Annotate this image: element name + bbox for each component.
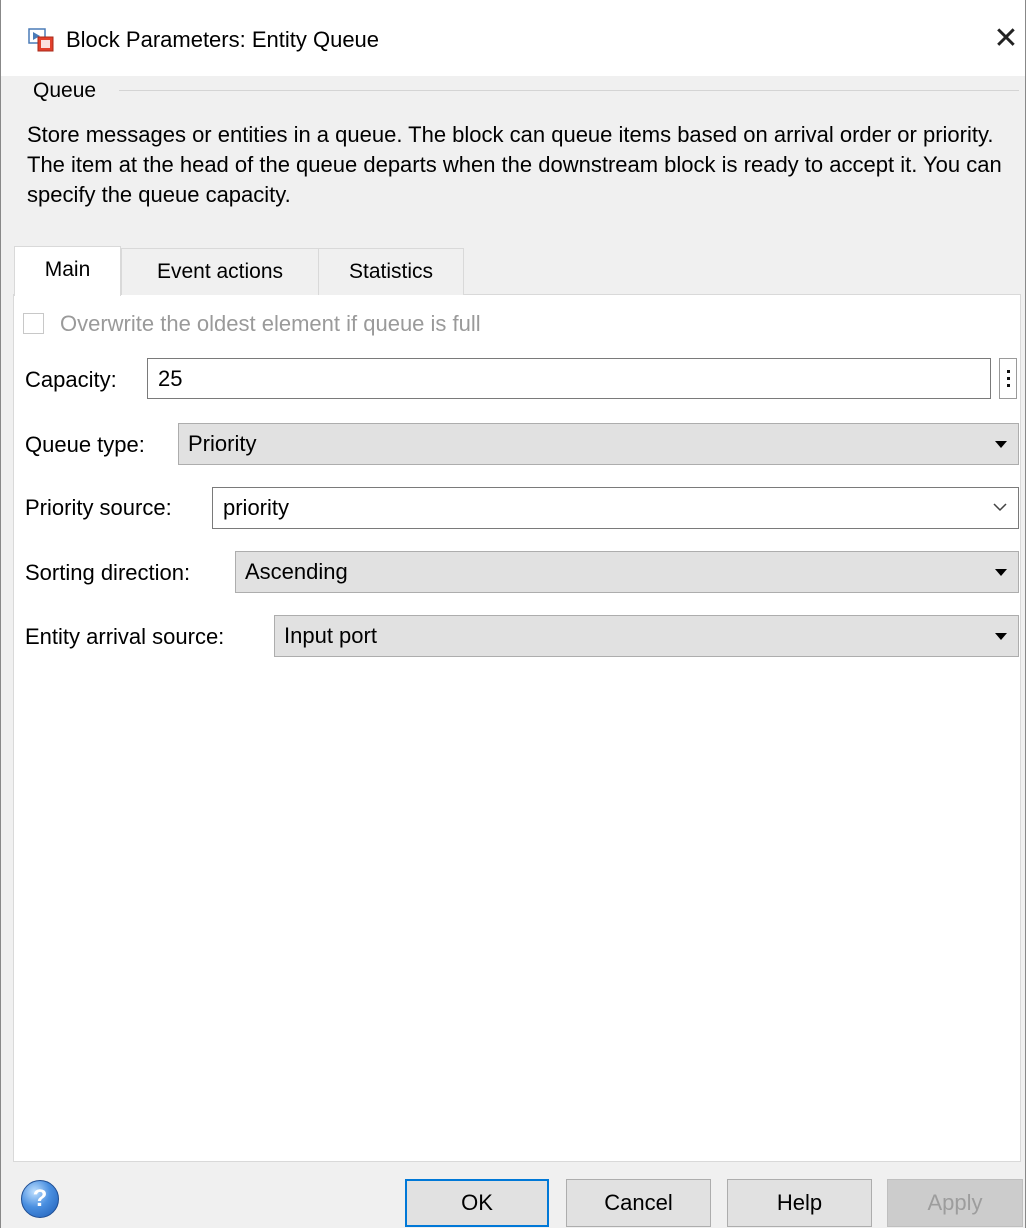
block-parameters-dialog: Block Parameters: Entity Queue ✕ Queue S… [0, 0, 1026, 1228]
sorting-direction-label: Sorting direction: [25, 560, 191, 585]
tab-main[interactable]: Main [14, 246, 121, 296]
queue-type-label: Queue type: [25, 432, 145, 457]
queue-type-dropdown[interactable]: Priority [178, 423, 1019, 465]
cancel-button[interactable]: Cancel [566, 1179, 711, 1227]
overwrite-oldest-label: Overwrite the oldest element if queue is… [60, 311, 481, 336]
capacity-field[interactable]: 25 [147, 358, 991, 399]
group-divider [119, 90, 1019, 91]
capacity-label: Capacity: [25, 367, 117, 392]
entity-arrival-source-value: Input port [284, 623, 377, 648]
dropdown-arrow-icon [995, 569, 1007, 576]
chevron-down-icon [993, 503, 1007, 512]
block-description: Store messages or entities in a queue. T… [27, 122, 1002, 207]
help-icon[interactable]: ? [21, 1180, 59, 1218]
ok-button[interactable]: OK [405, 1179, 549, 1227]
entity-arrival-source-label: Entity arrival source: [25, 624, 225, 649]
apply-button[interactable]: Apply [887, 1179, 1023, 1227]
queue-type-value: Priority [188, 431, 257, 456]
sorting-direction-dropdown[interactable]: Ascending [235, 551, 1019, 593]
priority-source-value: priority [223, 495, 290, 520]
more-options-icon[interactable] [999, 358, 1017, 399]
footer-divider [13, 1161, 1021, 1162]
dropdown-arrow-icon [995, 633, 1007, 640]
entity-arrival-source-dropdown[interactable]: Input port [274, 615, 1019, 657]
title-bar: Block Parameters: Entity Queue ✕ [1, 0, 1025, 76]
dropdown-arrow-icon [995, 441, 1007, 448]
overwrite-oldest-checkbox[interactable] [23, 313, 44, 334]
help-button[interactable]: Help [727, 1179, 872, 1227]
priority-source-combobox[interactable]: priority [212, 487, 1019, 529]
tab-event-actions[interactable]: Event actions [121, 248, 319, 295]
sorting-direction-value: Ascending [245, 559, 348, 584]
tab-statistics[interactable]: Statistics [318, 248, 464, 295]
priority-source-label: Priority source: [25, 495, 172, 520]
close-icon[interactable]: ✕ [991, 24, 1021, 54]
simulink-block-icon [28, 28, 54, 52]
window-title: Block Parameters: Entity Queue [66, 27, 380, 52]
group-title: Queue [33, 79, 97, 102]
